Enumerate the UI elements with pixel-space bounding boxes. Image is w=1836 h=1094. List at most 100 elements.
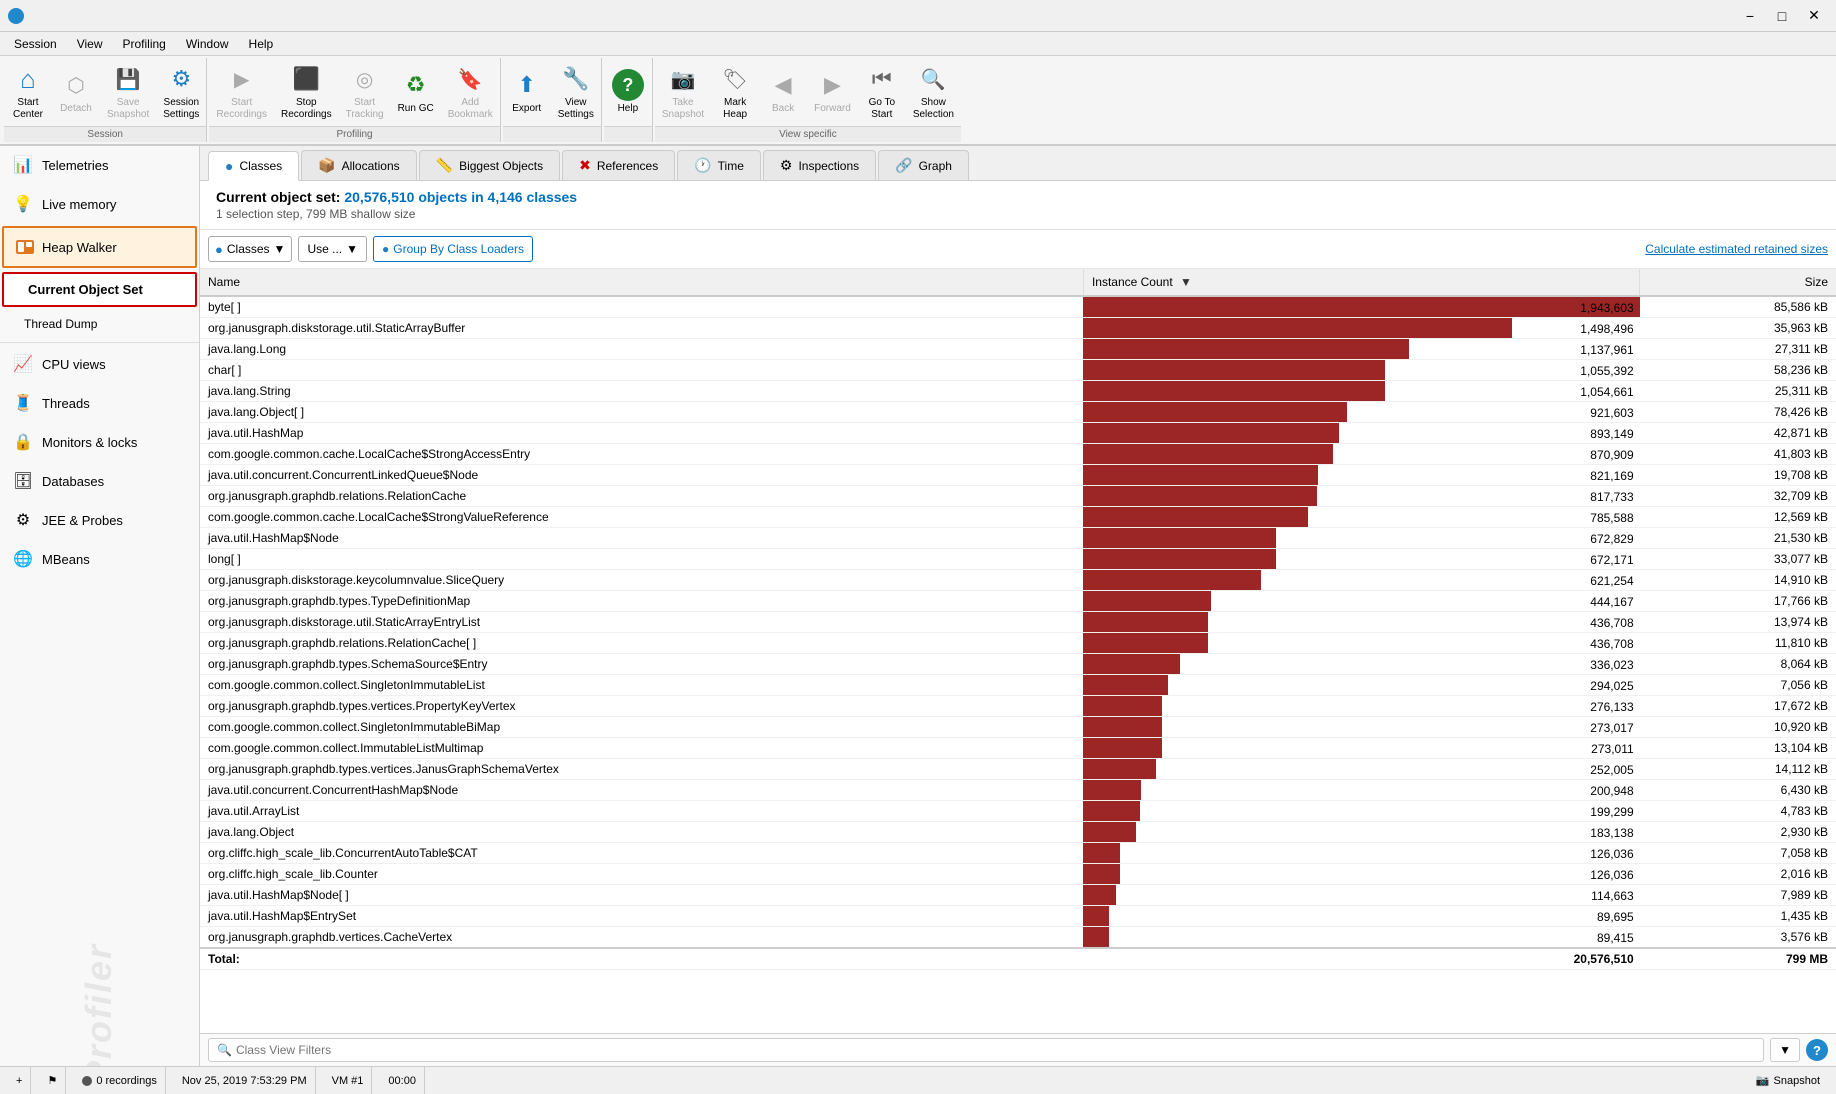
menu-help[interactable]: Help <box>239 35 284 53</box>
table-row[interactable]: com.google.common.collect.ImmutableListM… <box>200 738 1836 759</box>
col-header-name[interactable]: Name <box>200 269 1083 296</box>
class-view-filters-input[interactable] <box>236 1043 1755 1057</box>
tab-classes[interactable]: ● Classes <box>208 151 299 181</box>
take-snapshot-button[interactable]: 📷 TakeSnapshot <box>655 58 711 126</box>
export-button[interactable]: ⬆ Export <box>503 58 551 126</box>
add-icon[interactable]: + <box>16 1075 22 1087</box>
table-row[interactable]: org.janusgraph.graphdb.types.vertices.Pr… <box>200 696 1836 717</box>
calculate-retained-sizes-link[interactable]: Calculate estimated retained sizes <box>1645 242 1828 256</box>
table-row[interactable]: org.janusgraph.graphdb.types.SchemaSourc… <box>200 654 1836 675</box>
sidebar-item-live-memory[interactable]: 💡 Live memory <box>0 185 199 224</box>
table-row[interactable]: byte[ ]1,943,60385,586 kB <box>200 296 1836 318</box>
group-by-button[interactable]: ● Group By Class Loaders <box>373 236 533 262</box>
sidebar: 📊 Telemetries 💡 Live memory Heap Walker … <box>0 146 200 1066</box>
table-row[interactable]: char[ ]1,055,39258,236 kB <box>200 360 1836 381</box>
menu-view[interactable]: View <box>67 35 113 53</box>
toolbar-section-profiling: ▶ StartRecordings ⬛ StopRecordings ◎ Sta… <box>209 58 500 142</box>
filter-dropdown-button[interactable]: ▼ <box>1770 1038 1800 1062</box>
table-row[interactable]: org.janusgraph.graphdb.relations.Relatio… <box>200 486 1836 507</box>
stop-recordings-button[interactable]: ⬛ StopRecordings <box>274 58 339 126</box>
statusbar-recordings: 0 recordings <box>74 1067 166 1094</box>
save-snapshot-button[interactable]: 💾 SaveSnapshot <box>100 58 156 126</box>
table-row[interactable]: com.google.common.cache.LocalCache$Stron… <box>200 444 1836 465</box>
help-button[interactable]: ? Help <box>604 58 652 126</box>
detach-button[interactable]: ⬡ Detach <box>52 58 100 126</box>
show-selection-button[interactable]: 🔍 ShowSelection <box>906 58 961 126</box>
tab-references[interactable]: ✖ References <box>562 150 675 180</box>
view-settings-button[interactable]: 🔧 ViewSettings <box>551 58 601 126</box>
sidebar-item-current-object-set[interactable]: Current Object Set <box>2 272 197 307</box>
restore-button[interactable]: □ <box>1768 6 1796 26</box>
use-button[interactable]: Use ... ▼ <box>298 236 367 262</box>
table-row[interactable]: java.util.concurrent.ConcurrentHashMap$N… <box>200 780 1836 801</box>
table-row[interactable]: long[ ]672,17133,077 kB <box>200 549 1836 570</box>
table-row[interactable]: java.util.ArrayList199,2994,783 kB <box>200 801 1836 822</box>
table-row[interactable]: org.janusgraph.graphdb.types.TypeDefinit… <box>200 591 1836 612</box>
sidebar-item-jee-probes[interactable]: ⚙ JEE & Probes <box>0 501 199 540</box>
table-row[interactable]: com.google.common.cache.LocalCache$Stron… <box>200 507 1836 528</box>
col-header-instance-count[interactable]: Instance Count ▼ <box>1083 269 1639 296</box>
table-row[interactable]: org.janusgraph.diskstorage.keycolumnvalu… <box>200 570 1836 591</box>
instance-count-value: 294,025 <box>1083 677 1639 693</box>
table-row[interactable]: org.cliffc.high_scale_lib.Counter126,036… <box>200 864 1836 885</box>
table-row[interactable]: java.util.HashMap$EntrySet89,6951,435 kB <box>200 906 1836 927</box>
col-header-size[interactable]: Size <box>1640 269 1836 296</box>
table-row[interactable]: com.google.common.collect.SingletonImmut… <box>200 717 1836 738</box>
back-button[interactable]: ◀ Back <box>759 58 807 126</box>
cell-name: org.janusgraph.graphdb.types.TypeDefinit… <box>200 591 1083 612</box>
flag-icon[interactable]: ⚑ <box>47 1074 57 1087</box>
cell-size: 78,426 kB <box>1640 402 1836 423</box>
menu-session[interactable]: Session <box>4 35 67 53</box>
table-row[interactable]: java.lang.Object[ ]921,60378,426 kB <box>200 402 1836 423</box>
forward-button[interactable]: ▶ Forward <box>807 58 858 126</box>
go-start-button[interactable]: ⏮ Go ToStart <box>858 58 906 126</box>
references-tab-icon: ✖ <box>579 157 591 174</box>
sidebar-item-cpu-views[interactable]: 📈 CPU views <box>0 345 199 384</box>
sidebar-item-thread-dump[interactable]: Thread Dump <box>0 309 199 340</box>
tab-time[interactable]: 🕐 Time <box>677 150 761 180</box>
classes-dropdown[interactable]: ● Classes ▼ <box>208 236 292 262</box>
tab-inspections[interactable]: ⚙ Inspections <box>763 150 876 180</box>
mark-heap-button[interactable]: 🏷 MarkHeap <box>711 58 759 126</box>
table-row[interactable]: org.janusgraph.diskstorage.util.StaticAr… <box>200 612 1836 633</box>
table-row[interactable]: org.janusgraph.graphdb.types.vertices.Ja… <box>200 759 1836 780</box>
sidebar-item-telemetries[interactable]: 📊 Telemetries <box>0 146 199 185</box>
start-tracking-button[interactable]: ◎ StartTracking <box>339 58 391 126</box>
table-row[interactable]: java.util.HashMap$Node[ ]114,6637,989 kB <box>200 885 1836 906</box>
tab-allocations[interactable]: 📦 Allocations <box>301 150 416 180</box>
cell-instance-count: 200,948 <box>1083 780 1639 801</box>
close-button[interactable]: ✕ <box>1800 6 1828 26</box>
sidebar-item-mbeans[interactable]: 🌐 MBeans <box>0 540 199 579</box>
sidebar-item-threads[interactable]: 🧵 Threads <box>0 384 199 423</box>
table-row[interactable]: java.util.HashMap$Node672,82921,530 kB <box>200 528 1836 549</box>
table-row[interactable]: java.util.HashMap893,14942,871 kB <box>200 423 1836 444</box>
sidebar-item-monitors-locks[interactable]: 🔒 Monitors & locks <box>0 423 199 462</box>
tab-biggest-objects[interactable]: 📏 Biggest Objects <box>419 150 560 180</box>
add-bookmark-button[interactable]: 🔖 AddBookmark <box>441 58 500 126</box>
tab-graph[interactable]: 🔗 Graph <box>878 150 969 180</box>
table-row[interactable]: org.janusgraph.graphdb.vertices.CacheVer… <box>200 927 1836 949</box>
mbeans-icon: 🌐 <box>12 548 34 570</box>
menu-window[interactable]: Window <box>176 35 239 53</box>
start-center-button[interactable]: ⌂ StartCenter <box>4 58 52 126</box>
table-row[interactable]: org.janusgraph.diskstorage.util.StaticAr… <box>200 318 1836 339</box>
menu-profiling[interactable]: Profiling <box>113 35 176 53</box>
classes-dropdown-icon: ● <box>215 242 223 257</box>
filter-help-button[interactable]: ? <box>1806 1039 1828 1061</box>
table-row[interactable]: java.util.concurrent.ConcurrentLinkedQue… <box>200 465 1836 486</box>
start-recordings-button[interactable]: ▶ StartRecordings <box>209 58 274 126</box>
minimize-button[interactable]: − <box>1736 6 1764 26</box>
sidebar-item-heap-walker[interactable]: Heap Walker <box>2 226 197 268</box>
table-row[interactable]: java.lang.String1,054,66125,311 kB <box>200 381 1836 402</box>
session-settings-button[interactable]: ⚙ SessionSettings <box>156 58 206 126</box>
table-row[interactable]: java.lang.Long1,137,96127,311 kB <box>200 339 1836 360</box>
instance-count-value: 1,055,392 <box>1083 362 1639 378</box>
table-row[interactable]: com.google.common.collect.SingletonImmut… <box>200 675 1836 696</box>
mark-heap-icon: 🏷 <box>719 63 751 95</box>
sidebar-item-databases[interactable]: 🗄 Databases <box>0 462 199 501</box>
run-gc-button[interactable]: ♻ Run GC <box>391 58 441 126</box>
table-row[interactable]: org.cliffc.high_scale_lib.ConcurrentAuto… <box>200 843 1836 864</box>
table-row[interactable]: org.janusgraph.graphdb.relations.Relatio… <box>200 633 1836 654</box>
table-row[interactable]: java.lang.Object183,1382,930 kB <box>200 822 1836 843</box>
help-group-label <box>604 126 652 142</box>
